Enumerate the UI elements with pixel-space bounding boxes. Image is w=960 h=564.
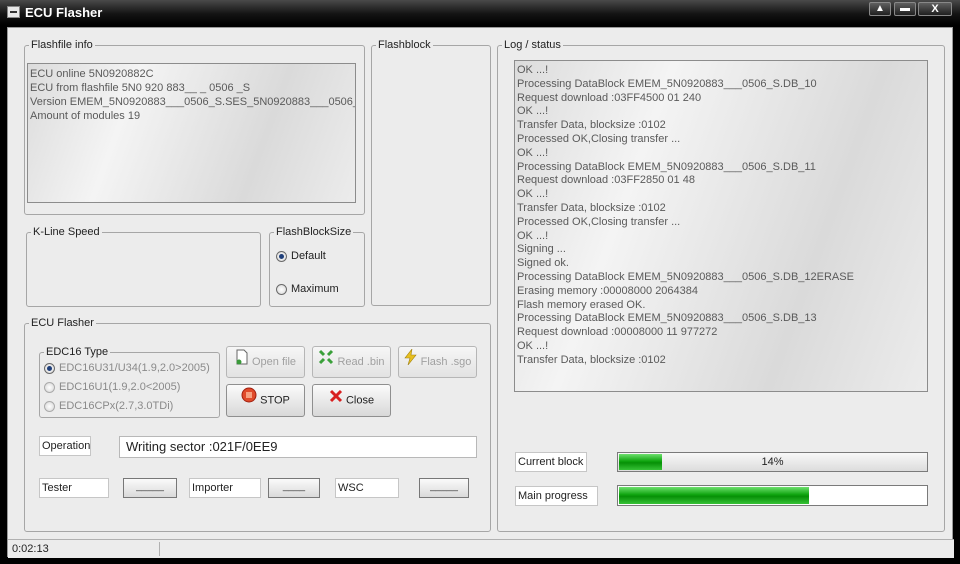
log-line: Request download :03FF4500 01 240 [517,91,702,104]
log-line: Processing DataBlock EMEM_5N0920883___05… [517,270,854,283]
radio-label: EDC16U31/U34(1.9,2.0>2005) [59,362,210,374]
importer-button[interactable]: ____ [268,478,320,498]
edc16-type-group: EDC16 Type EDC16U31/U34(1.9,2.0>2005) ED… [39,346,220,418]
elapsed-time: 0:02:13 [10,542,160,556]
flash-sgo-button[interactable]: Flash .sgo [398,346,477,378]
log-line: Processed OK,Closing transfer ... [517,132,681,145]
window-title: ECU Flasher [25,5,103,20]
flashfile-info-legend: Flashfile info [29,39,95,51]
radio-selected-icon [276,250,287,262]
log-line: Processed OK,Closing transfer ... [517,215,681,228]
info-line: ECU online 5N0920882C [30,68,154,80]
wsc-label: WSC [335,478,399,498]
log-line: OK ...! [517,64,549,76]
current-block-label: Current block [515,452,587,472]
radio-unselected-icon [44,400,55,412]
open-file-icon [235,347,249,377]
app-window: ECU Flasher ▲ ▬ X Flashfile info ECU onl… [0,0,960,564]
log-line: Flash memory erased OK. [517,298,646,311]
flashfile-info-group: Flashfile info ECU online 5N0920882C ECU… [24,39,365,215]
close-window-button[interactable]: X [918,2,952,16]
button-label: Open file [251,356,297,368]
main-progress-bar [617,485,928,506]
main-progress-fill [619,487,809,504]
kline-speed-group: K-Line Speed [26,226,261,307]
read-bin-icon [318,347,334,377]
log-line: OK ...! [517,229,549,242]
flashblock-legend: Flashblock [376,39,433,51]
log-line: Transfer Data, blocksize :0102 [517,119,666,132]
stop-button[interactable]: STOP [226,384,305,417]
maximize-button[interactable]: ▬ [894,2,916,16]
log-line: OK ...! [517,146,549,159]
radio-unselected-icon [276,283,287,295]
blocksize-maximum-radio[interactable]: Maximum [276,283,339,295]
wsc-button[interactable]: _____ [419,478,469,498]
radio-label: Maximum [291,283,339,295]
log-line: Transfer Data, blocksize :0102 [517,201,666,214]
log-text-area[interactable]: OK ...! Processing DataBlock EMEM_5N09208… [514,60,928,392]
window-client-area: Flashfile info ECU online 5N0920882C ECU… [7,27,954,558]
stop-icon [241,385,257,416]
read-bin-button[interactable]: Read .bin [312,346,391,378]
kline-speed-legend: K-Line Speed [31,226,102,238]
log-line: Request download :00008000 11 977272 [517,326,718,339]
button-label: Close [345,394,375,407]
open-file-button[interactable]: Open file [226,346,305,378]
log-line: Processing DataBlock EMEM_5N0920883___05… [517,160,816,173]
current-block-percent: 14% [761,456,784,468]
lightning-icon [404,347,418,377]
log-line: OK ...! [517,105,549,118]
importer-label: Importer [189,478,261,498]
log-status-legend: Log / status [502,39,563,51]
button-label: STOP [260,394,290,407]
flashblock-group: Flashblock [371,39,491,306]
log-line: Transfer Data, blocksize :0102 [517,353,666,366]
close-button[interactable]: Close [312,384,391,417]
current-block-progress: 14% [617,452,928,472]
log-status-group: Log / status OK ...! Processing DataBlock… [497,39,945,532]
tester-label: Tester [39,478,109,498]
log-line: Erasing memory :00008000 2064384 [517,284,699,297]
radio-label: Default [291,250,326,262]
edc16cpx-radio[interactable]: EDC16CPx(2.7,3.0TDi) [44,400,173,412]
status-bar: 0:02:13 [8,539,954,558]
ecu-flasher-legend: ECU Flasher [29,317,96,329]
button-label: Read .bin [337,356,385,368]
operation-value: Writing sector :021F/0EE9 [119,436,477,458]
flashblocksize-group: FlashBlockSize Default Maximum [269,226,365,307]
operation-label: Operation [39,436,91,456]
ecu-flasher-group: ECU Flasher EDC16 Type EDC16U31/U34(1.9,… [24,317,491,532]
close-x-icon [329,385,343,416]
log-line: Signing ... [517,243,566,256]
flashblocksize-legend: FlashBlockSize [274,226,354,238]
main-progress-label: Main progress [515,486,598,506]
edc16u31-radio[interactable]: EDC16U31/U34(1.9,2.0>2005) [44,362,210,374]
log-line: Processing DataBlock EMEM_5N0920883___05… [517,312,817,325]
blocksize-default-radio[interactable]: Default [276,250,326,262]
radio-label: EDC16CPx(2.7,3.0TDi) [59,400,174,412]
info-line: ECU from flashfile 5N0 920 883__ _ 0506 … [30,82,251,94]
edc16-type-legend: EDC16 Type [44,346,111,358]
info-line: Version EMEM_5N0920883___0506_S.SES_5N09… [30,96,356,108]
radio-unselected-icon [44,381,55,393]
log-line: OK ...! [517,188,549,201]
tester-button[interactable]: _____ [123,478,177,498]
radio-selected-icon [44,362,55,374]
log-line: Signed ok. [517,257,569,270]
log-line: Request download :03FF2850 01 48 [517,174,695,187]
flashfile-info-text: ECU online 5N0920882C ECU from flashfile… [27,63,356,203]
minimize-button[interactable]: ▲ [869,2,891,16]
edc16u1-radio[interactable]: EDC16U1(1.9,2.0<2005) [44,381,180,393]
log-line: Processing DataBlock EMEM_5N0920883___05… [517,77,817,90]
system-menu-icon[interactable] [7,6,20,18]
button-label: Flash .sgo [420,356,472,368]
radio-label: EDC16U1(1.9,2.0<2005) [59,381,181,393]
info-line: Amount of modules 19 [30,110,141,122]
title-bar[interactable]: ECU Flasher ▲ ▬ X [0,0,960,26]
log-line: OK ...! [517,339,549,352]
